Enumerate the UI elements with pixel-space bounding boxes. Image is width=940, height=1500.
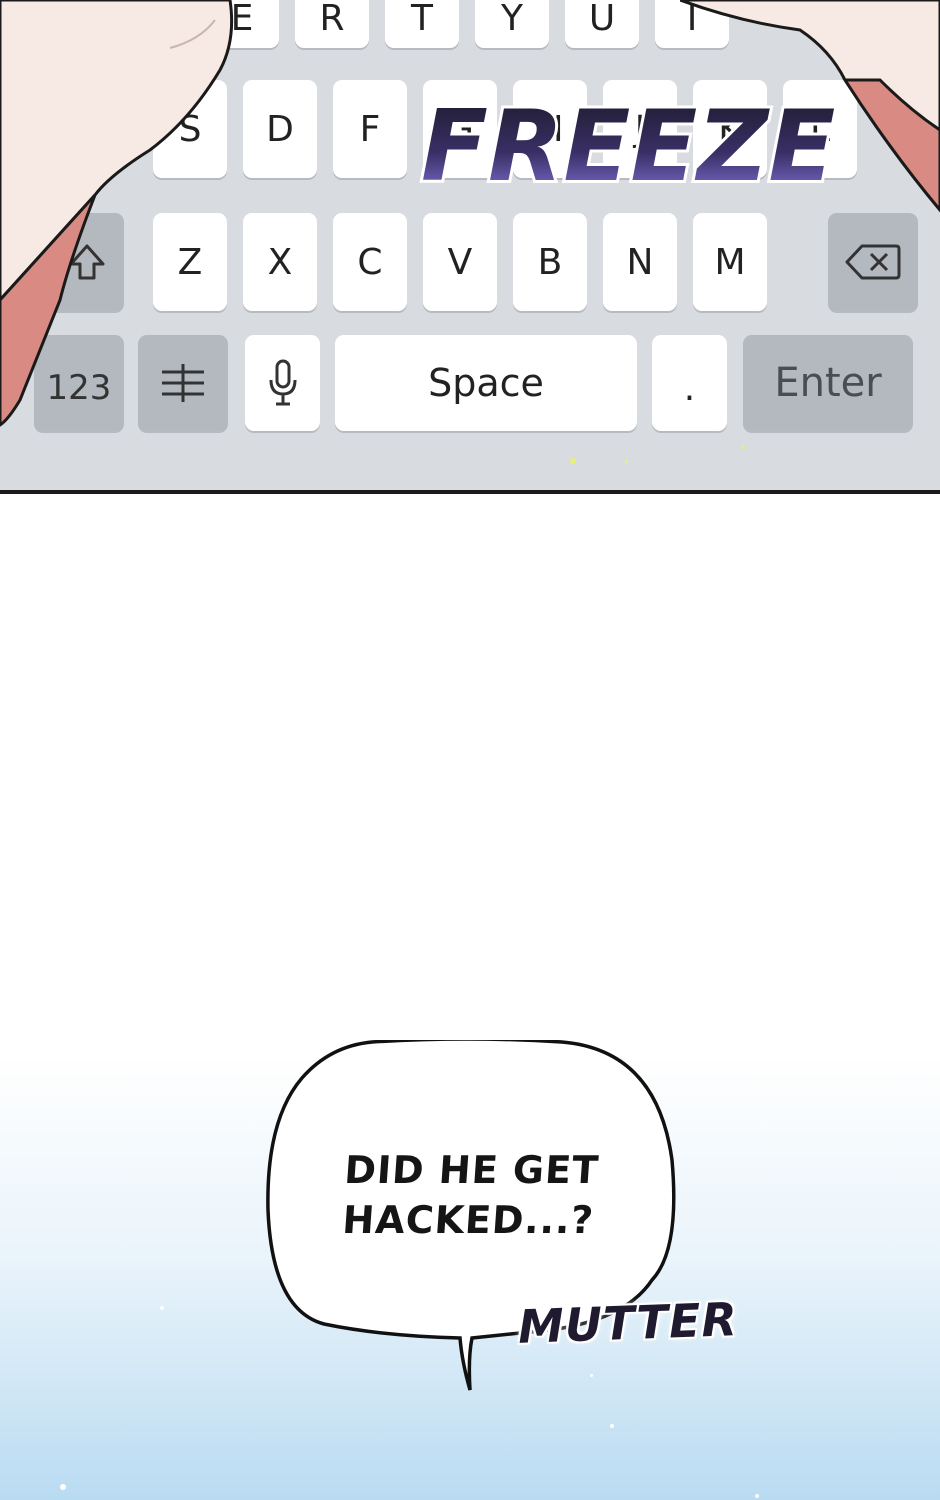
keyboard-panel: E R T Y U I S D F G H J K L Z X C V B N … xyxy=(0,0,940,494)
freeze-sound-effect: FREEZE xyxy=(418,87,835,200)
key-n[interactable]: N xyxy=(603,213,677,311)
speech-bubble-text: DID HE GET HACKED...? xyxy=(297,1145,644,1245)
sparkle xyxy=(625,460,628,463)
key-label: M xyxy=(714,241,746,283)
period-key[interactable]: . xyxy=(652,335,727,431)
key-label: Y xyxy=(501,0,523,39)
key-v[interactable]: V xyxy=(423,213,497,311)
backspace-icon xyxy=(845,244,901,280)
key-label: D xyxy=(266,108,294,150)
key-label: F xyxy=(359,108,381,150)
sparkle xyxy=(742,446,745,449)
speech-line-2: HACKED...? xyxy=(341,1198,596,1242)
speech-line-1: DID HE GET xyxy=(342,1148,601,1192)
microphone-icon xyxy=(269,359,296,406)
key-label: U xyxy=(588,0,616,39)
enter-key-label: Enter xyxy=(774,360,882,406)
key-label: X xyxy=(267,241,293,283)
period-key-label: . xyxy=(683,367,696,409)
key-r[interactable]: R xyxy=(295,0,369,48)
key-label: R xyxy=(319,0,345,39)
enter-key[interactable]: Enter xyxy=(743,335,913,431)
freeze-sfx-text: FREEZE xyxy=(421,90,835,200)
sparkle xyxy=(60,1484,66,1490)
key-c[interactable]: C xyxy=(333,213,407,311)
key-label: N xyxy=(626,241,654,283)
sparkle xyxy=(570,458,576,464)
key-y[interactable]: Y xyxy=(475,0,549,48)
sparkle xyxy=(755,1494,759,1498)
key-label: C xyxy=(357,241,383,283)
key-label: B xyxy=(537,241,563,283)
key-b[interactable]: B xyxy=(513,213,587,311)
key-label: V xyxy=(447,241,473,283)
space-key[interactable]: Space xyxy=(335,335,637,431)
sparkle xyxy=(610,1424,614,1428)
key-u[interactable]: U xyxy=(565,0,639,48)
space-key-label: Space xyxy=(428,361,544,405)
key-t[interactable]: T xyxy=(385,0,459,48)
key-label: T xyxy=(411,0,433,39)
sparkle xyxy=(160,1306,164,1310)
left-hand xyxy=(0,0,234,427)
mutter-sound-effect: MUTTER xyxy=(517,1292,739,1354)
key-f[interactable]: F xyxy=(333,80,407,178)
